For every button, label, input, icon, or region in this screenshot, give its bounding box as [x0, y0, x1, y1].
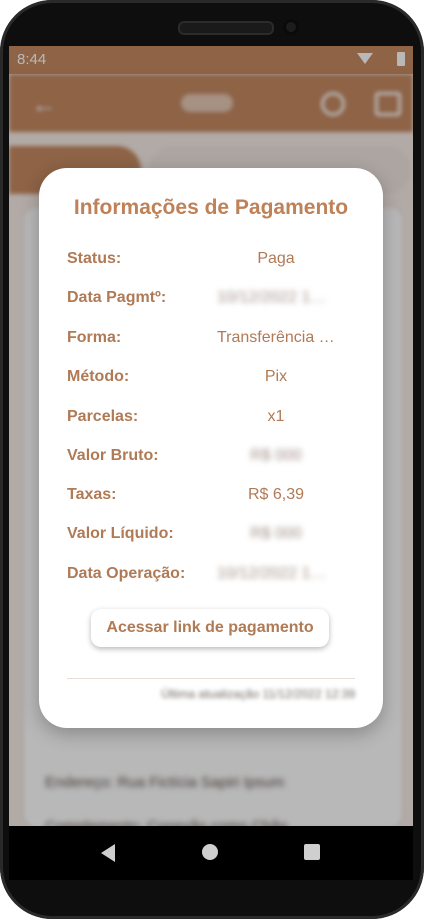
screen: 8:44 ← Endereço: Rua Fictícia Sapiri Ips… [9, 46, 413, 826]
fees-label: Taxas: [67, 486, 117, 503]
access-payment-link-button[interactable]: Acessar link de pagamento [91, 609, 329, 647]
status-label: Status: [67, 250, 122, 267]
payment-info-modal: Informações de Pagamento Status: Paga Da… [39, 168, 383, 728]
payment-date-value: 10/12/2022 12:00 [217, 289, 335, 306]
last-update-text: Última atualização 11/12/2022 12:39 [161, 687, 355, 701]
phone-frame: 8:44 ← Endereço: Rua Fictícia Sapiri Ips… [0, 0, 424, 919]
installments-label: Parcelas: [67, 408, 139, 425]
nav-recents-icon[interactable] [304, 844, 320, 860]
modal-title: Informações de Pagamento [73, 196, 349, 219]
gross-value: R$ 000 [250, 447, 302, 464]
fees-value: R$ 6,39 [247, 486, 305, 503]
payment-method-value: Pix [264, 368, 288, 385]
phone-top-bezel [0, 0, 424, 46]
speaker-grille [178, 21, 274, 35]
nav-back-icon[interactable] [101, 844, 115, 862]
payment-method-label: Método: [67, 368, 130, 385]
payment-date-label: Data Pagmtº: [67, 289, 167, 306]
status-value: Paga [257, 250, 295, 267]
payment-form-value: Transferência bancária [217, 329, 335, 346]
system-nav-bar [9, 826, 413, 880]
net-value-label: Valor Líquido: [67, 525, 174, 542]
modal-divider [67, 678, 355, 679]
operation-date-label: Data Operação: [67, 565, 186, 582]
operation-date-value: 10/12/2022 12:00 [217, 565, 335, 582]
front-camera [283, 19, 299, 35]
nav-home-icon[interactable] [202, 844, 218, 860]
payment-form-label: Forma: [67, 329, 122, 346]
net-value: R$ 000 [250, 525, 302, 542]
gross-value-label: Valor Bruto: [67, 447, 159, 464]
installments-value: x1 [267, 408, 285, 425]
